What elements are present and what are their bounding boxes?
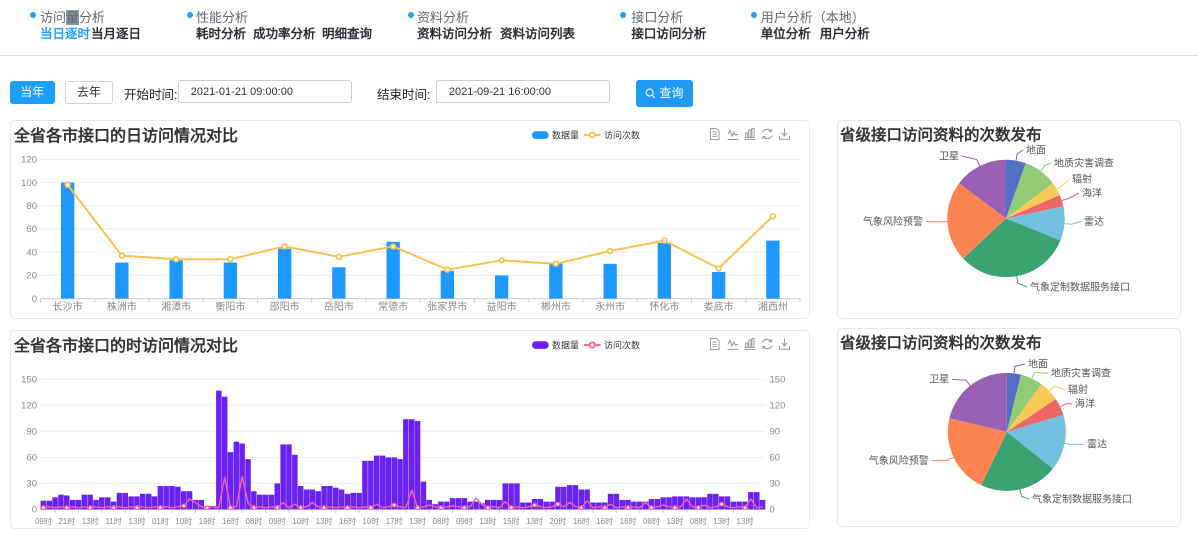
svg-text:01时: 01时 — [151, 516, 168, 526]
svg-text:10时: 10时 — [362, 516, 379, 526]
svg-text:17时: 17时 — [385, 516, 402, 526]
svg-text:30: 30 — [26, 479, 37, 490]
svg-text:60: 60 — [26, 224, 37, 235]
svg-text:30: 30 — [769, 479, 780, 490]
svg-text:郴州市: 郴州市 — [540, 300, 570, 313]
svg-text:邵阳市: 邵阳市 — [269, 300, 299, 313]
svg-text:20: 20 — [26, 271, 37, 282]
svg-text:气象定制数据服务接口: 气象定制数据服务接口 — [1030, 280, 1130, 293]
svg-text:80: 80 — [26, 201, 37, 212]
svg-text:19时: 19时 — [198, 516, 215, 526]
svg-text:地面: 地面 — [1028, 357, 1048, 370]
svg-text:16时: 16时 — [339, 516, 356, 526]
svg-text:地质灾害调查: 地质灾害调查 — [1054, 156, 1114, 169]
svg-text:省级接口访问资料的次数发布: 省级接口访问资料的次数发布 — [839, 333, 1042, 352]
svg-text:省级接口访问资料的次数发布: 省级接口访问资料的次数发布 — [839, 125, 1042, 144]
svg-text:08时: 08时 — [689, 516, 706, 526]
svg-text:全省各市接口的时访问情况对比: 全省各市接口的时访问情况对比 — [13, 336, 238, 355]
svg-text:0: 0 — [31, 294, 36, 305]
svg-text:13时: 13时 — [315, 516, 332, 526]
svg-text:全省各市接口的日访问情况对比: 全省各市接口的日访问情况对比 — [13, 126, 238, 145]
svg-text:娄底市: 娄底市 — [703, 300, 733, 313]
svg-text:永州市: 永州市 — [595, 300, 625, 313]
svg-text:卫星: 卫星 — [929, 374, 949, 386]
svg-text:09时: 09时 — [34, 516, 51, 526]
svg-text:40: 40 — [26, 247, 37, 258]
svg-text:13时: 13时 — [526, 516, 543, 526]
svg-text:辐射: 辐射 — [1072, 172, 1092, 185]
svg-text:13时: 13时 — [736, 516, 753, 526]
svg-text:20时: 20时 — [549, 516, 566, 526]
svg-text:15时: 15时 — [502, 516, 519, 526]
svg-text:数据量: 数据量 — [552, 339, 579, 350]
svg-text:访问次数: 访问次数 — [604, 129, 640, 140]
svg-text:雷达: 雷达 — [1084, 216, 1104, 228]
svg-text:16时: 16时 — [619, 516, 636, 526]
svg-text:08时: 08时 — [432, 516, 449, 526]
svg-text:16时: 16时 — [596, 516, 613, 526]
svg-text:长沙市: 长沙市 — [52, 300, 82, 313]
svg-text:150: 150 — [769, 375, 785, 386]
svg-text:60: 60 — [769, 453, 780, 464]
svg-text:13时: 13时 — [409, 516, 426, 526]
svg-text:13时: 13时 — [81, 516, 98, 526]
svg-text:13时: 13时 — [713, 516, 730, 526]
svg-text:岳阳市: 岳阳市 — [323, 300, 353, 313]
svg-text:株洲市: 株洲市 — [106, 300, 136, 313]
svg-text:16时: 16时 — [572, 516, 589, 526]
svg-text:100: 100 — [21, 178, 37, 189]
svg-text:08时: 08时 — [245, 516, 262, 526]
svg-text:湘潭市: 湘潭市 — [161, 300, 191, 313]
svg-text:0: 0 — [769, 505, 774, 516]
svg-text:13时: 13时 — [666, 516, 683, 526]
svg-text:0: 0 — [31, 505, 36, 516]
svg-text:120: 120 — [21, 155, 37, 166]
svg-text:150: 150 — [21, 375, 37, 386]
svg-text:10时: 10时 — [175, 516, 192, 526]
svg-text:16时: 16时 — [222, 516, 239, 526]
svg-text:08时: 08时 — [643, 516, 660, 526]
svg-text:气象风险预警: 气象风险预警 — [869, 454, 929, 467]
svg-text:60: 60 — [26, 453, 37, 464]
svg-text:10时: 10时 — [292, 516, 309, 526]
svg-text:90: 90 — [26, 427, 37, 438]
svg-text:辐射: 辐射 — [1068, 383, 1088, 396]
svg-text:90: 90 — [769, 427, 780, 438]
svg-text:常德市: 常德市 — [378, 300, 408, 313]
svg-text:13时: 13时 — [128, 516, 145, 526]
svg-text:卫星: 卫星 — [939, 150, 959, 162]
svg-text:气象风险预警: 气象风险预警 — [863, 215, 923, 228]
svg-text:雷达: 雷达 — [1087, 439, 1107, 451]
svg-text:21时: 21时 — [58, 516, 75, 526]
svg-text:13时: 13时 — [479, 516, 496, 526]
svg-text:衡阳市: 衡阳市 — [215, 300, 245, 313]
svg-text:海洋: 海洋 — [1082, 186, 1102, 199]
svg-text:张家界市: 张家界市 — [427, 300, 467, 313]
svg-text:地质灾害调查: 地质灾害调查 — [1051, 367, 1111, 380]
svg-text:气象定制数据服务接口: 气象定制数据服务接口 — [1032, 493, 1132, 506]
svg-text:益阳市: 益阳市 — [486, 300, 516, 313]
svg-text:09时: 09时 — [268, 516, 285, 526]
svg-text:11时: 11时 — [105, 516, 121, 526]
svg-text:地面: 地面 — [1026, 143, 1046, 156]
svg-text:湘西州: 湘西州 — [757, 300, 787, 313]
svg-text:数据量: 数据量 — [552, 129, 579, 140]
svg-text:120: 120 — [21, 401, 37, 412]
svg-text:访问次数: 访问次数 — [604, 339, 640, 350]
svg-text:海洋: 海洋 — [1075, 397, 1095, 410]
svg-text:怀化市: 怀化市 — [649, 300, 679, 313]
svg-text:120: 120 — [769, 401, 785, 412]
svg-text:09时: 09时 — [455, 516, 472, 526]
